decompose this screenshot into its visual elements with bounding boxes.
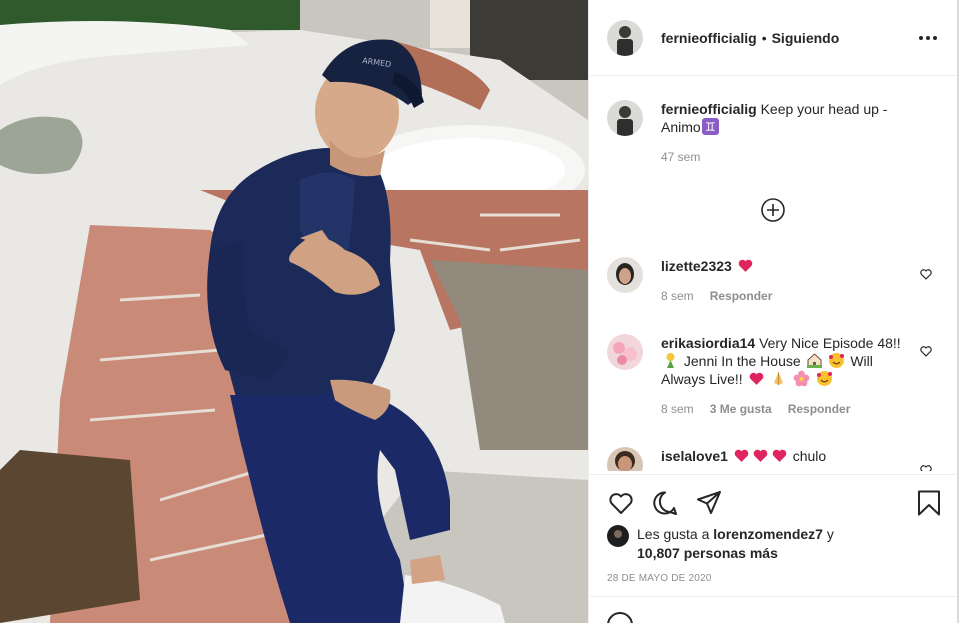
header-separator: • — [761, 29, 767, 46]
comment-age: 8 sem — [661, 289, 694, 303]
red-heart-emoji-icon — [748, 370, 765, 387]
post-panel: fernieofficialig • Siguiendo fernieoffic… — [588, 0, 958, 623]
reply-button[interactable]: Responder — [710, 287, 773, 305]
caption-meta: 47 sem — [661, 148, 913, 166]
caption-row: fernieofficialig Keep your head up - Ani… — [607, 100, 947, 166]
action-bar — [607, 489, 943, 517]
comment-meta: 8 sem 3 Me gusta Responder — [661, 400, 907, 418]
likes-count[interactable]: 10,807 personas más — [637, 545, 778, 561]
caption-username[interactable]: fernieofficialig — [661, 101, 757, 117]
plus-circle-icon[interactable] — [759, 196, 787, 224]
heart-outline-icon[interactable] — [607, 489, 635, 517]
post-actions: Les gusta a lorenzomendez7 y 10,807 pers… — [589, 474, 958, 623]
comment-row: lizette2323 8 sem Responder — [607, 257, 947, 305]
post-photo[interactable]: ARMED — [0, 0, 588, 623]
bookmark-icon[interactable] — [915, 489, 943, 517]
praying-hands-emoji-icon — [770, 370, 787, 387]
bouquet-emoji-icon — [662, 352, 679, 369]
likes-summary: Les gusta a lorenzomendez7 y 10,807 pers… — [607, 525, 947, 563]
commenter-avatar[interactable] — [607, 334, 643, 370]
author-avatar[interactable] — [607, 19, 643, 56]
commenter-avatar[interactable] — [607, 257, 643, 293]
comment-row: erikasiordia14 Very Nice Episode 48!! Je… — [607, 334, 947, 418]
emoji-picker-icon[interactable] — [607, 612, 633, 623]
likes-conjunction: y — [826, 526, 834, 542]
red-heart-emoji-icon — [733, 447, 750, 464]
comment-text-2: Jenni In the House — [683, 353, 801, 369]
likes-prefix: Les gusta a — [637, 526, 710, 542]
comment-row: iselalove1 chulo — [607, 447, 947, 471]
comment-username[interactable]: iselalove1 — [661, 448, 728, 464]
reply-button[interactable]: Responder — [788, 400, 851, 418]
paper-plane-icon[interactable] — [695, 489, 723, 517]
author-username[interactable]: fernieofficialig — [661, 30, 757, 46]
add-comment-bar — [589, 596, 958, 623]
comment-username[interactable]: erikasiordia14 — [661, 335, 755, 351]
comment-age: 8 sem — [661, 402, 694, 416]
smiling-hearts-emoji-icon — [816, 370, 833, 387]
following-button[interactable]: Siguiendo — [772, 30, 840, 46]
comment-username[interactable]: lizette2323 — [661, 258, 732, 274]
comment-bubble-icon[interactable] — [651, 489, 679, 517]
comment-meta: 8 sem Responder — [661, 287, 907, 305]
commenter-avatar[interactable] — [607, 447, 643, 471]
red-heart-emoji-icon — [752, 447, 769, 464]
liker-username[interactable]: lorenzomendez7 — [713, 526, 823, 542]
liker-avatar[interactable] — [607, 525, 629, 547]
comment-likes-count[interactable]: 3 Me gusta — [710, 400, 772, 418]
post-date[interactable]: 28 DE MAYO DE 2020 — [607, 573, 712, 584]
red-heart-emoji-icon — [737, 257, 754, 274]
more-dots-icon[interactable] — [915, 32, 941, 44]
house-emoji-icon — [806, 352, 823, 369]
gemini-emoji-icon: ♊ — [701, 118, 719, 135]
comment-text-1: Very Nice Episode 48!! — [759, 335, 901, 351]
like-comment-heart-icon[interactable] — [919, 463, 933, 471]
comments-list[interactable]: fernieofficialig Keep your head up - Ani… — [589, 77, 958, 471]
red-heart-emoji-icon — [771, 447, 788, 464]
svg-text:♊: ♊ — [705, 120, 716, 134]
caption-age: 47 sem — [661, 150, 701, 164]
like-comment-heart-icon[interactable] — [919, 267, 933, 281]
post-header: fernieofficialig • Siguiendo — [589, 0, 957, 76]
blossom-emoji-icon — [793, 370, 810, 387]
caption-avatar[interactable] — [607, 100, 643, 136]
smiling-hearts-emoji-icon — [828, 352, 845, 369]
post-photo-illustration: ARMED — [0, 0, 588, 623]
comment-text: chulo — [792, 448, 827, 464]
like-comment-heart-icon[interactable] — [919, 344, 933, 358]
